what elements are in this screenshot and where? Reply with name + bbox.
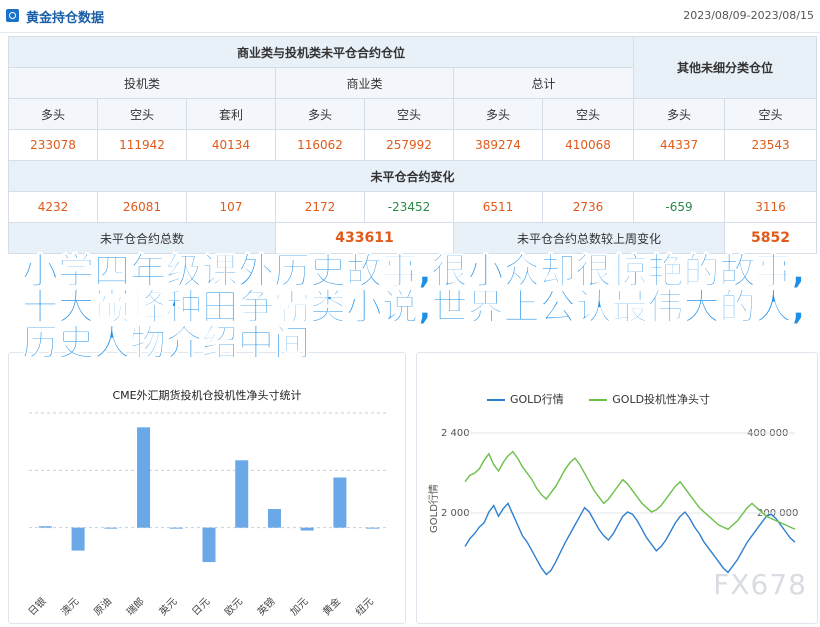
bar-加元 (300, 527, 314, 531)
bar-日银 (38, 526, 52, 528)
col-short: 空头 (97, 98, 187, 130)
bar-原油 (104, 527, 118, 529)
y-axis-label: GOLD行情 (427, 484, 440, 533)
positions-table: 商业类与投机类未平仓合约仓位 其他未细分类仓位 投机类 商业类 总计 多头 空头… (7, 36, 818, 254)
x-tick-label: 日元 (190, 596, 212, 618)
col-long: 多头 (8, 98, 98, 130)
subgroup-speculative: 投机类 (8, 67, 276, 99)
col-short: 空头 (724, 98, 818, 130)
change-cell: 6511 (453, 191, 543, 223)
value-cell: 257992 (364, 129, 454, 161)
col-long: 多头 (453, 98, 543, 130)
gold-trend-panel: GOLD行情 GOLD投机性净头寸 2 400 2 000 400 000 20… (416, 352, 818, 624)
change-cell: 2736 (541, 191, 635, 223)
total-value: 433611 (275, 222, 454, 254)
overlay-caption: 小学四年级课外历史故事,很小众却很惊艳的故事,十大巅峰种田争霸类小说,世界上公认… (22, 251, 806, 364)
bar-英元 (169, 527, 183, 529)
date-range: 2023/08/09-2023/08/15 (683, 9, 814, 22)
col-long: 多头 (633, 98, 726, 130)
x-tick-label: 加元 (288, 595, 311, 618)
bar-欧元 (235, 460, 249, 528)
value-cell: 233078 (8, 129, 98, 161)
bar-澳元 (71, 527, 85, 551)
change-title: 未平仓合约变化 (7, 160, 818, 192)
x-tick-label: 欧元 (222, 595, 245, 618)
bar-瑞郎 (137, 427, 151, 528)
subgroup-commercial: 商业类 (275, 67, 454, 99)
col-long: 多头 (275, 98, 365, 130)
value-cell: 44337 (633, 129, 726, 161)
total-label: 未平仓合约总数 (8, 222, 276, 254)
x-tick-label: 原油 (91, 595, 114, 618)
change-cell: 3116 (724, 191, 818, 223)
value-cell: 116062 (275, 129, 365, 161)
weekly-change-value: 5852 (724, 222, 818, 254)
bar-英镑 (267, 509, 281, 528)
other-title: 其他未细分类仓位 (633, 36, 818, 99)
series-line-0 (464, 502, 796, 576)
value-cell: 40134 (186, 129, 276, 161)
change-cell: 26081 (97, 191, 187, 223)
x-tick-label: 纽元 (353, 595, 376, 618)
watermark-logo: FX678 (713, 568, 807, 601)
value-cell: 389274 (453, 129, 543, 161)
x-tick-label: 日银 (25, 595, 48, 618)
x-tick-label: 黄金 (320, 595, 343, 618)
x-tick-label: 英镑 (254, 595, 277, 618)
change-cell: 4232 (8, 191, 98, 223)
col-spread: 套利 (186, 98, 276, 130)
page-title: 黄金持仓数据 (26, 11, 105, 26)
value-cell: 410068 (541, 129, 635, 161)
change-cell: -23452 (364, 191, 454, 223)
change-cell: 107 (186, 191, 276, 223)
x-tick-label: 澳元 (58, 595, 81, 618)
change-cell: -659 (633, 191, 726, 223)
bar-chart: 日银 澳元 原油 瑞郎 英元 日元 欧元 英镑 加元 黄金 纽元 (25, 412, 389, 618)
weekly-change-label: 未平仓合约总数较上周变化 (452, 222, 726, 254)
x-tick-label: 英元 (156, 595, 179, 618)
cme-net-position-panel: CME外汇期货投机仓投机性净头寸统计 日银 澳元 原油 瑞郎 英元 日元 欧元 英镑 加元 黄金纽… (8, 352, 406, 624)
value-cell: 111942 (97, 129, 187, 161)
bar-纽元 (366, 527, 380, 529)
value-cell: 23543 (724, 129, 818, 161)
col-short: 空头 (541, 98, 635, 130)
change-cell: 2172 (275, 191, 365, 223)
chart-icon (6, 9, 19, 22)
group-title: 商业类与投机类未平仓合约仓位 (7, 36, 635, 68)
col-short: 空头 (364, 98, 454, 130)
subgroup-total: 总计 (452, 67, 635, 99)
bar-日元 (202, 527, 216, 563)
header-bar: 黄金持仓数据 2023/08/09-2023/08/15 (0, 0, 820, 33)
bar-黄金 (333, 477, 347, 528)
x-tick-label: 瑞郎 (124, 595, 147, 618)
